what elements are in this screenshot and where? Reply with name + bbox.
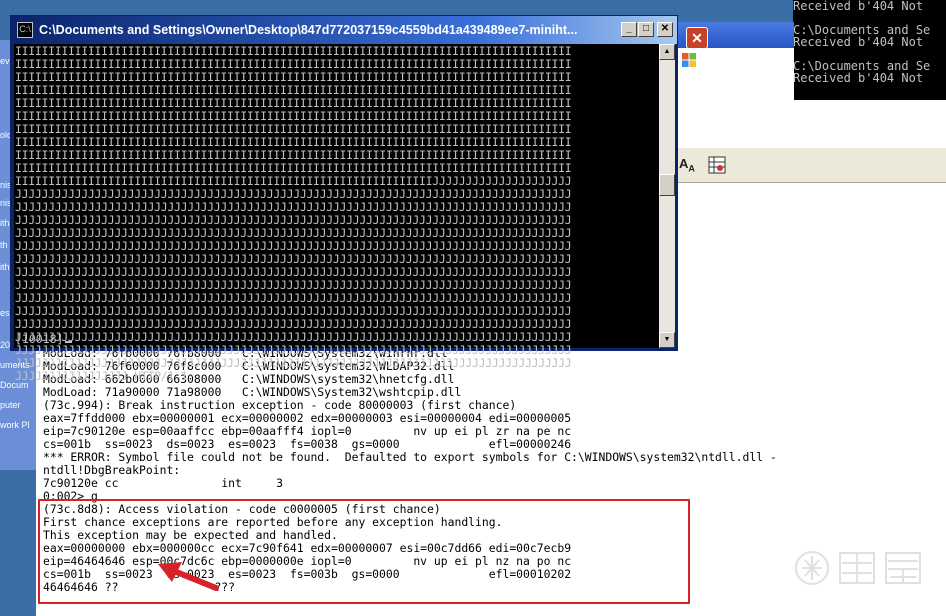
close-icon[interactable]: ✕ [657, 22, 673, 37]
windbg-output-line: 7c90120e cc int 3 [43, 476, 284, 490]
maximize-icon[interactable]: □ [638, 22, 654, 37]
desktop-background [0, 470, 36, 616]
console-scrollbar[interactable]: ▲ ▼ [659, 44, 675, 348]
background-close-icon[interactable]: ✕ [686, 27, 708, 49]
console-titlebar[interactable]: C:\ C:\Documents and Settings\Owner\Desk… [11, 16, 677, 44]
console-output: IIIIIIIIIIIIIIIIIIIIIIIIIIIIIIIIIIIIIIII… [15, 45, 572, 383]
text-cursor [65, 341, 73, 343]
minimize-icon[interactable]: _ [621, 22, 637, 37]
console-app-icon[interactable]: C:\ [17, 22, 33, 38]
console-prompt: [10018] [15, 332, 73, 346]
red-arrow-icon [158, 562, 219, 591]
scroll-up-icon[interactable]: ▲ [659, 44, 675, 60]
console-window: C:\ C:\Documents and Settings\Owner\Desk… [10, 15, 678, 383]
watermark-logo [795, 551, 921, 585]
background-console-line: Received b'404 Not [793, 0, 924, 13]
background-console-line: Received b'404 Not [793, 71, 924, 85]
background-sidebar-item[interactable]: puter [0, 400, 36, 410]
console-line: JJJJJJJJJJJJJJJJJ HTTP/1.1 [15, 369, 188, 383]
font-icon-sub: A [688, 163, 695, 174]
scroll-down-icon[interactable]: ▼ [659, 332, 675, 348]
console-output-area[interactable]: IIIIIIIIIIIIIIIIIIIIIIIIIIIIIIIIIIIIIIII… [14, 44, 659, 383]
console-title: C:\Documents and Settings\Owner\Desktop\… [39, 23, 578, 37]
background-console: Received b'404 Not C:\Documents and Se Rec… [793, 0, 946, 100]
background-console-line: Received b'404 Not [793, 35, 924, 49]
font-size-icon[interactable]: AA [679, 156, 699, 176]
background-sidebar-item[interactable]: work Pl [0, 420, 36, 430]
options-grid-icon[interactable] [708, 156, 726, 174]
console-prompt-text: [10018] [15, 332, 64, 346]
scrollbar-thumb[interactable] [659, 174, 675, 196]
font-icon-letter: A [679, 156, 689, 171]
highlight-box [38, 499, 690, 604]
windows-logo-icon [682, 53, 696, 67]
